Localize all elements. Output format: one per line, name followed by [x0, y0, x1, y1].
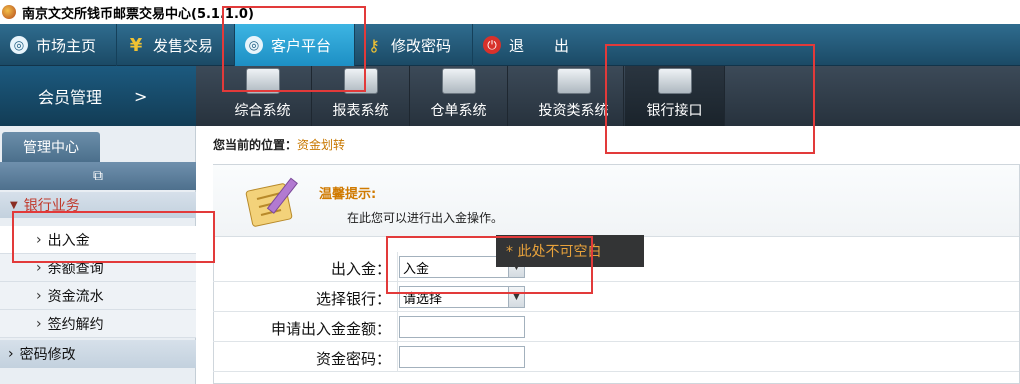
bank-label: 选择银行：: [315, 290, 391, 308]
sidebar-toolbar: ⧉: [0, 162, 196, 190]
direction-label: 出入金：: [330, 260, 391, 278]
chevron-right-icon: ›: [36, 259, 42, 276]
chevron-right-icon: ›: [36, 315, 42, 332]
form-row-amount: 申请出入金金额：: [213, 312, 1019, 342]
tip-title: 温馨提示:: [319, 187, 377, 202]
fund-password-input[interactable]: [399, 346, 525, 368]
fund-password-label: 资金密码：: [315, 350, 391, 368]
sidebar-item-deposit-withdraw[interactable]: › 出入金: [0, 226, 196, 254]
tab-management-center[interactable]: 管理中心: [2, 132, 100, 162]
amount-label: 申请出入金金额：: [270, 320, 391, 338]
notepad-pencil-icon: [245, 177, 298, 227]
module-investment-system[interactable]: 投资类系统: [524, 66, 624, 126]
app-logo-icon: [2, 5, 16, 19]
chevron-right-icon: >: [134, 86, 148, 106]
calculator-icon: [556, 68, 591, 94]
power-icon: ⏻: [483, 36, 501, 54]
window-title: 南京文交所钱币邮票交易中心(5.1.1.0): [22, 6, 254, 22]
key-icon: ⚷: [368, 35, 380, 55]
sidebar-item-fund-flow[interactable]: › 资金流水: [0, 282, 196, 310]
nav-issue-trade[interactable]: ¥ 发售交易: [117, 24, 235, 66]
form-row-bank: 选择银行： 请选择 ▼: [213, 282, 1019, 312]
module-bank-interface[interactable]: 银行接口: [625, 66, 725, 126]
tip-box: 温馨提示: 在此您可以进行出入金操作。: [213, 165, 1019, 237]
validation-tooltip: * 此处不可空白: [496, 235, 644, 267]
module-warehouse-system[interactable]: 仓单系统: [410, 66, 508, 126]
top-nav: ◎ 市场主页 ¥ 发售交易 ◎ 客户平台 ⚷ 修改密码 ⏻ 退 出: [0, 24, 1020, 66]
breadcrumb: 您当前的位置：资金划转: [213, 138, 346, 152]
yen-icon: ¥: [129, 34, 143, 56]
title-bar: 南京文交所钱币邮票交易中心(5.1.1.0): [0, 0, 1020, 24]
member-management[interactable]: 会员管理 >: [0, 66, 196, 126]
breadcrumb-current[interactable]: 资金划转: [297, 138, 345, 152]
folder-icon: [343, 68, 378, 94]
chevron-down-icon[interactable]: ▼: [508, 287, 524, 307]
module-general-system[interactable]: 综合系统: [214, 66, 312, 126]
bank-add-icon: [657, 68, 692, 94]
windows-icon: [245, 68, 280, 94]
sidebar-item-password[interactable]: › 密码修改: [0, 340, 196, 368]
chevron-right-icon: ›: [36, 231, 42, 248]
sidebar-item-contract[interactable]: › 签约解约: [0, 310, 196, 338]
circle-logo-icon: ◎: [245, 36, 263, 54]
amount-input[interactable]: [399, 316, 525, 338]
sidebar: 管理中心 ⧉ ▼ 银行业务 › 出入金 › 余额查询 › 资金流水 › 签约解约…: [0, 126, 196, 384]
sidebar-group-bank[interactable]: ▼ 银行业务: [0, 192, 196, 218]
circle-logo-icon: ◎: [10, 36, 28, 54]
sidebar-item-balance[interactable]: › 余额查询: [0, 254, 196, 282]
bank-select[interactable]: 请选择 ▼: [399, 286, 525, 308]
nav-logout[interactable]: ⏻ 退 出: [473, 24, 603, 66]
module-report-system[interactable]: 报表系统: [312, 66, 410, 126]
module-bar: 会员管理 > 综合系统 报表系统 仓单系统 投资类系统 银行接口: [0, 66, 1020, 126]
clipboard-icon[interactable]: ⧉: [93, 168, 103, 184]
form-row-password: 资金密码：: [213, 342, 1019, 372]
tip-text: 在此您可以进行出入金操作。: [347, 211, 504, 225]
expand-triangle-icon: ▼: [10, 199, 18, 211]
chevron-right-icon: ›: [8, 346, 14, 362]
nav-client-platform[interactable]: ◎ 客户平台: [235, 24, 355, 66]
chevron-right-icon: ›: [36, 287, 42, 304]
nav-market-home[interactable]: ◎ 市场主页: [0, 24, 117, 66]
nav-change-password[interactable]: ⚷ 修改密码: [355, 24, 473, 66]
truck-icon: [441, 68, 476, 94]
